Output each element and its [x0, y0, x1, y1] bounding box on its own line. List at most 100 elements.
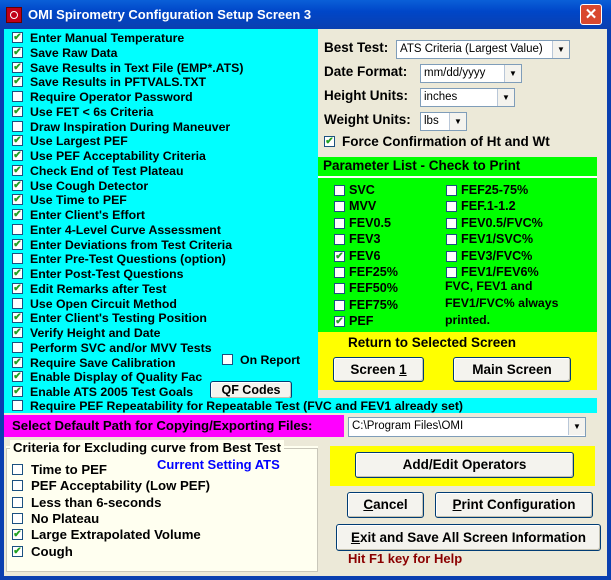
checkbox-label: Time to PEF — [31, 462, 107, 477]
weight-units-value: lbs — [424, 115, 439, 127]
chevron-down-icon[interactable]: ▼ — [504, 65, 521, 82]
checkbox[interactable] — [12, 253, 23, 265]
checkbox[interactable] — [12, 135, 23, 147]
checkbox[interactable] — [12, 512, 23, 524]
checkbox[interactable] — [12, 150, 23, 161]
checkbox[interactable] — [334, 234, 345, 246]
checkbox[interactable] — [12, 194, 23, 206]
height-units-select[interactable]: inches ▼ — [420, 88, 515, 107]
checkbox[interactable] — [12, 32, 23, 43]
cancel-mnemonic: C — [363, 497, 374, 512]
checkbox-label: MVV — [349, 199, 377, 214]
checkbox[interactable] — [12, 282, 23, 294]
checkbox[interactable] — [12, 223, 23, 235]
force-confirm-box[interactable] — [324, 136, 335, 147]
checkbox[interactable] — [12, 238, 23, 250]
checkbox[interactable] — [12, 356, 23, 368]
checkbox-label: Use Largest PEF — [30, 134, 128, 149]
checkbox[interactable] — [12, 327, 23, 338]
height-units-label: Height Units: — [324, 88, 408, 103]
exit-save-button[interactable]: Exit and Save All Screen Information — [336, 524, 601, 551]
close-button[interactable]: ✕ — [580, 4, 602, 25]
height-units-value: inches — [424, 91, 458, 103]
checkbox-label: Large Extrapolated Volume — [31, 527, 201, 543]
qf-codes-button[interactable]: QF Codes — [210, 381, 292, 399]
checkbox-label: PEF — [349, 314, 374, 329]
checkbox-label: Less than 6-seconds — [31, 494, 162, 510]
exit-label: xit and Save All Screen Information — [359, 530, 587, 545]
checkbox[interactable] — [446, 217, 457, 229]
checkbox[interactable] — [12, 312, 23, 324]
best-test-select[interactable]: ATS Criteria (Largest Value) ▼ — [396, 40, 570, 59]
checkbox[interactable] — [446, 234, 457, 246]
screen-1-label: Screen — [350, 362, 400, 377]
checkbox[interactable] — [12, 164, 23, 176]
parameter-title-divider — [318, 176, 597, 178]
checkbox[interactable] — [12, 529, 23, 541]
add-edit-operators-button[interactable]: Add/Edit Operators — [355, 452, 574, 478]
window-title: OMI Spirometry Configuration Setup Scree… — [28, 7, 312, 22]
checkbox[interactable] — [12, 105, 23, 117]
checkbox[interactable] — [12, 61, 23, 73]
on-report-box[interactable] — [222, 354, 233, 365]
checkbox[interactable] — [12, 46, 23, 58]
checkbox-label: Require Operator Password — [30, 90, 193, 104]
print-mnemonic: P — [452, 497, 462, 512]
chevron-down-icon[interactable]: ▼ — [449, 113, 466, 130]
checkbox-label: SVC — [349, 183, 375, 197]
checkbox-label: FEV1/SVC% — [461, 232, 534, 247]
cancel-label: ancel — [373, 497, 408, 512]
checkbox[interactable] — [12, 209, 23, 220]
path-label: Select Default Path for Copying/Exportin… — [12, 418, 313, 433]
checkbox[interactable] — [12, 91, 23, 102]
main-screen-button[interactable]: Main Screen — [453, 357, 571, 382]
checkbox-label: Edit Remarks after Test — [30, 281, 167, 296]
checkbox[interactable] — [12, 341, 23, 353]
checkbox[interactable] — [334, 299, 345, 311]
checkbox[interactable] — [334, 250, 345, 262]
weight-units-label: Weight Units: — [324, 112, 411, 127]
exit-mnemonic: E — [350, 530, 360, 545]
cancel-button[interactable]: Cancel — [347, 492, 424, 518]
weight-units-select[interactable]: lbs ▼ — [420, 112, 467, 131]
checkbox[interactable] — [12, 545, 23, 557]
checkbox[interactable] — [12, 268, 23, 279]
chevron-down-icon[interactable]: ▼ — [552, 41, 569, 58]
checkbox[interactable] — [334, 316, 345, 328]
checkbox[interactable] — [446, 267, 457, 278]
checkbox[interactable] — [12, 371, 23, 383]
screen-1-button[interactable]: Screen 1 — [333, 357, 424, 382]
path-select[interactable]: C:\Program Files\OMI ▼ — [348, 417, 586, 437]
chevron-down-icon[interactable]: ▼ — [497, 89, 514, 106]
checkbox-label: Require Save Calibration — [30, 355, 176, 370]
checkbox-label: Draw Inspiration During Maneuver — [30, 119, 231, 134]
checkbox-label: Check End of Test Plateau — [30, 163, 184, 178]
pef-repeatability-label: Require PEF Repeatability for Repeatable… — [30, 399, 464, 413]
checkbox[interactable] — [334, 185, 345, 196]
checkbox[interactable] — [446, 201, 457, 213]
title-bar[interactable]: OMI Spirometry Configuration Setup Scree… — [0, 0, 611, 29]
checkbox[interactable] — [446, 185, 457, 196]
checkbox[interactable] — [12, 179, 23, 191]
checkbox[interactable] — [12, 386, 23, 397]
close-icon: ✕ — [584, 6, 598, 23]
checkbox[interactable] — [334, 201, 345, 213]
checkbox[interactable] — [12, 496, 23, 508]
checkbox-label: Save Raw Data — [30, 45, 118, 60]
return-title: Return to Selected Screen — [348, 335, 517, 350]
checkbox[interactable] — [334, 267, 345, 278]
checkbox[interactable] — [334, 283, 345, 295]
checkbox[interactable] — [12, 120, 23, 132]
checkbox[interactable] — [446, 250, 457, 262]
chevron-down-icon[interactable]: ▼ — [568, 418, 585, 435]
pef-repeatability-box[interactable] — [12, 400, 23, 411]
print-configuration-button[interactable]: Print Configuration — [435, 492, 593, 518]
checkbox[interactable] — [12, 297, 23, 309]
date-format-value: mm/dd/yyyy — [424, 67, 486, 79]
checkbox[interactable] — [12, 76, 23, 88]
checkbox[interactable] — [12, 480, 23, 492]
date-format-select[interactable]: mm/dd/yyyy ▼ — [420, 64, 522, 83]
checkbox[interactable] — [334, 217, 345, 229]
checkbox-label: Enter Deviations from Test Criteria — [30, 237, 233, 252]
checkbox[interactable] — [12, 464, 23, 475]
